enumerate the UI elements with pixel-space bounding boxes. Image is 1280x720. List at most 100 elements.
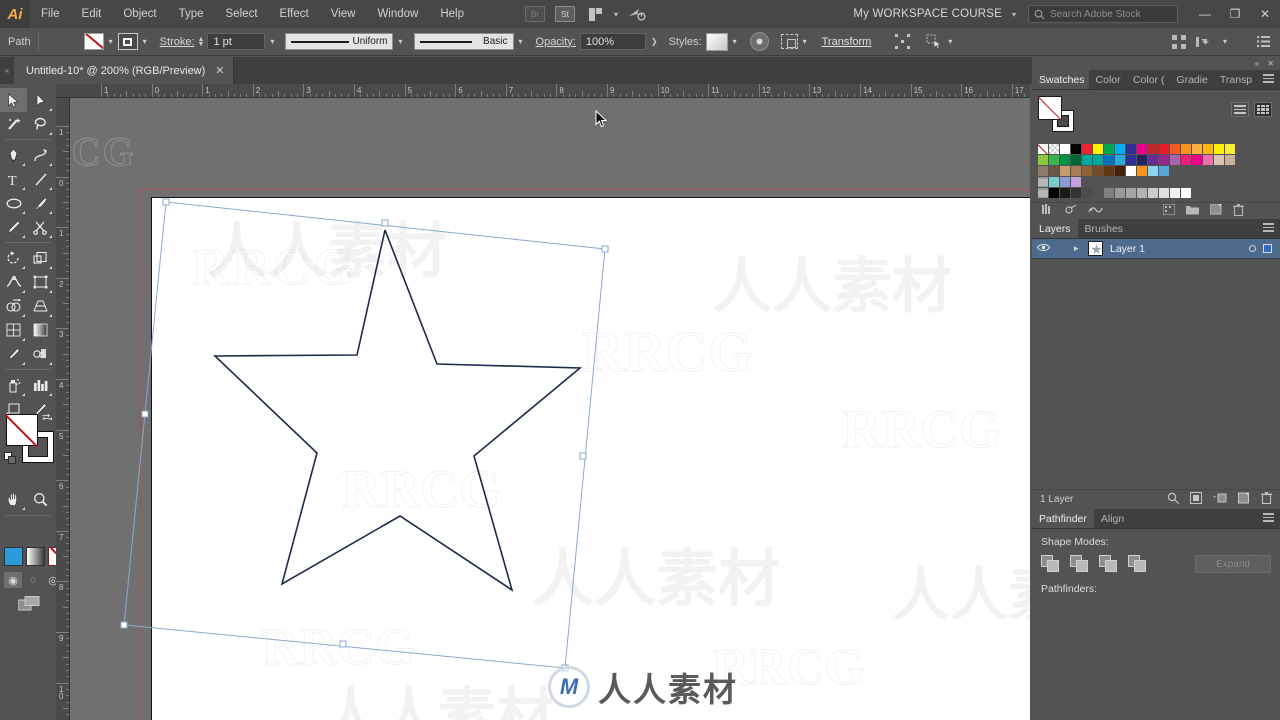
swatch-color[interactable]	[1082, 188, 1092, 198]
swatch-color[interactable]	[1137, 144, 1147, 154]
swatch-color[interactable]	[1159, 155, 1169, 165]
tab-color[interactable]: Color	[1089, 70, 1126, 89]
minimize-button[interactable]: —	[1190, 0, 1220, 28]
swatch-color[interactable]	[1214, 144, 1224, 154]
swatch-color[interactable]	[1192, 144, 1202, 154]
swatch-color[interactable]	[1071, 188, 1081, 198]
swatch-color[interactable]	[1104, 166, 1114, 176]
close-button[interactable]: ✕	[1250, 0, 1280, 28]
workspace-chevron-down-icon[interactable]: ▾	[1008, 10, 1020, 19]
unite-button[interactable]	[1041, 555, 1061, 573]
styles-chevron-down-icon[interactable]: ▾	[728, 37, 742, 46]
locate-object-icon[interactable]	[1167, 492, 1179, 507]
layer-name[interactable]: Layer 1	[1110, 243, 1249, 255]
collapse-panels-icon[interactable]: «	[0, 57, 14, 84]
swatch-color[interactable]	[1137, 188, 1147, 198]
swatch-color[interactable]	[1170, 155, 1180, 165]
align-icon[interactable]	[893, 33, 911, 51]
swatch-color[interactable]	[1148, 144, 1158, 154]
line-segment-tool[interactable]	[27, 167, 54, 191]
maximize-button[interactable]: ❐	[1220, 0, 1250, 28]
swatch-color[interactable]	[1148, 166, 1158, 176]
free-transform-tool[interactable]	[27, 270, 54, 294]
swatch-color[interactable]	[1203, 144, 1213, 154]
swatch-color[interactable]	[1181, 155, 1191, 165]
swatch-color[interactable]	[1181, 188, 1191, 198]
column-graph-tool[interactable]	[27, 373, 54, 397]
arrange-documents-2-icon[interactable]	[1194, 33, 1212, 51]
bridge-icon[interactable]: Br	[523, 4, 547, 24]
tab-color-guide[interactable]: Color (	[1126, 70, 1169, 89]
make-clipping-mask-icon[interactable]	[1190, 492, 1202, 507]
swatch-color[interactable]	[1060, 166, 1070, 176]
document-tab-close-icon[interactable]: ✕	[215, 64, 224, 77]
swatch-color[interactable]	[1225, 155, 1235, 165]
panel-menu-icon[interactable]	[1254, 33, 1272, 51]
tab-layers[interactable]: Layers	[1032, 219, 1078, 238]
swatch-color[interactable]	[1060, 177, 1070, 187]
draw-behind-icon[interactable]: ◌	[24, 572, 42, 588]
swatch-color[interactable]	[1137, 166, 1147, 176]
swatch-options-icon[interactable]	[1162, 203, 1176, 218]
layer-visibility-eye-icon[interactable]	[1032, 243, 1054, 255]
scale-tool[interactable]	[27, 246, 54, 270]
swatch-color[interactable]	[1049, 166, 1059, 176]
zoom-tool[interactable]	[27, 487, 54, 511]
menu-view[interactable]: View	[320, 0, 367, 28]
vertical-ruler[interactable]: 101234567891 0	[56, 98, 70, 720]
swatch-color[interactable]	[1038, 166, 1048, 176]
opacity-input[interactable]: 100%	[579, 33, 646, 50]
swatch-color[interactable]	[1159, 144, 1169, 154]
paintbrush-tool[interactable]	[27, 191, 54, 215]
color-swatch-button[interactable]	[4, 547, 23, 566]
delete-swatch-icon[interactable]	[1233, 203, 1244, 219]
ellipse-tool[interactable]	[0, 191, 27, 215]
swatch-color[interactable]	[1071, 155, 1081, 165]
swatch-color[interactable]	[1115, 155, 1125, 165]
menu-object[interactable]: Object	[112, 0, 167, 28]
eyedropper-tool[interactable]	[0, 342, 27, 366]
symbol-sprayer-tool[interactable]	[0, 373, 27, 397]
selection-tool[interactable]	[0, 88, 27, 112]
workspace-switcher[interactable]: My WORKSPACE COURSE	[839, 8, 1008, 20]
menu-edit[interactable]: Edit	[71, 0, 113, 28]
expand-button[interactable]: Expand	[1195, 555, 1271, 573]
transform-button[interactable]: Transform	[822, 36, 872, 48]
curvature-tool[interactable]	[27, 143, 54, 167]
swatch-color[interactable]	[1181, 144, 1191, 154]
change-screen-mode-icon[interactable]	[17, 596, 40, 614]
swatch-color[interactable]	[1093, 144, 1103, 154]
stroke-weight-input[interactable]: 1 pt	[207, 33, 266, 50]
swatch-color[interactable]	[1225, 144, 1235, 154]
swatch-color[interactable]	[1082, 166, 1092, 176]
swap-fill-stroke-icon[interactable]: ⇄	[42, 412, 50, 423]
swatches-grid[interactable]	[1038, 144, 1274, 198]
select-similar-chevron-down-icon[interactable]: ▾	[943, 37, 957, 46]
draw-normal-icon[interactable]: ◉	[4, 572, 22, 588]
layer-expand-chevron-right-icon[interactable]: ▸	[1074, 243, 1088, 254]
swatch-color[interactable]	[1049, 155, 1059, 165]
swatch-color-group[interactable]	[1038, 188, 1048, 198]
arrange-chevron-down-icon[interactable]: ▾	[610, 10, 622, 19]
tab-gradient[interactable]: Gradie	[1169, 70, 1212, 89]
layer-selection-indicator[interactable]	[1263, 244, 1272, 253]
swatch-color[interactable]	[1159, 188, 1169, 198]
list-view-icon[interactable]	[1231, 102, 1249, 117]
scissors-tool[interactable]	[27, 215, 54, 239]
create-new-sublayer-icon[interactable]: +	[1213, 492, 1227, 507]
gradient-swatch-button[interactable]	[26, 547, 45, 566]
swatch-libraries-icon[interactable]	[1042, 204, 1054, 218]
swatch-color[interactable]	[1060, 144, 1070, 154]
swatches-panel-menu-icon[interactable]	[1257, 70, 1280, 89]
tab-brushes[interactable]: Brushes	[1078, 219, 1131, 238]
stroke-stepper[interactable]: ▲ ▼	[198, 36, 205, 48]
swatch-color[interactable]	[1126, 188, 1136, 198]
swatch-color[interactable]	[1082, 155, 1092, 165]
opacity-mask-icon[interactable]	[749, 32, 769, 51]
opacity-flyout-icon[interactable]: ❯	[646, 37, 663, 46]
width-tool[interactable]	[0, 270, 27, 294]
lasso-tool[interactable]	[27, 112, 54, 136]
magic-wand-tool[interactable]	[0, 112, 27, 136]
layer-target-circle-icon[interactable]	[1249, 245, 1256, 252]
brush-chevron-down-icon[interactable]: ▾	[514, 37, 528, 46]
